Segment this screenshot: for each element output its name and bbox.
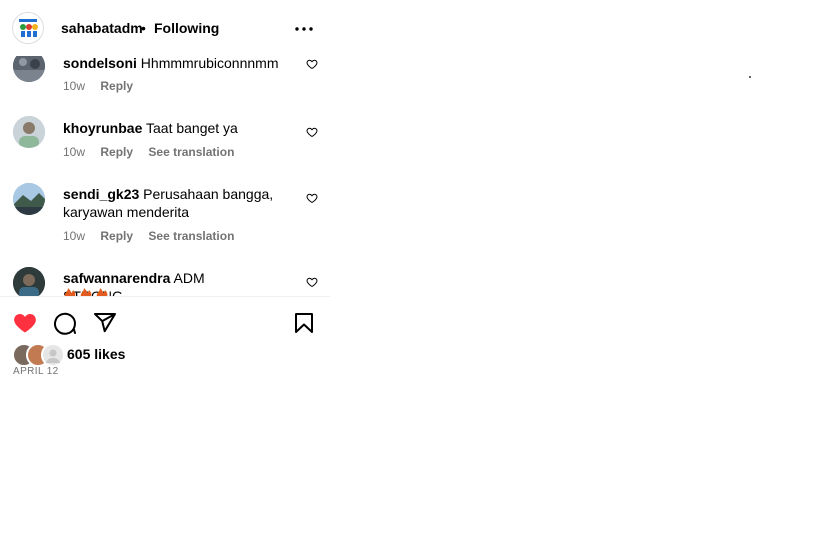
liker-avatar — [41, 343, 65, 367]
cursor-dot — [749, 76, 751, 78]
logo-icon — [13, 13, 43, 43]
heart-icon[interactable] — [306, 126, 318, 138]
comment-meta: 10w Reply See translation — [63, 228, 246, 244]
post-header: sahabatadm • Following — [0, 0, 330, 56]
send-icon[interactable] — [93, 311, 117, 335]
reply-button[interactable]: Reply — [100, 145, 133, 159]
likes-count[interactable]: 605 likes — [67, 345, 125, 363]
comment-icon[interactable] — [53, 311, 77, 335]
comment-item: sondelsoni Hhmmmrubiconnnmm 10w Reply — [0, 56, 330, 108]
comment-age: 10w — [63, 229, 86, 243]
likes-summary: 605 likes — [12, 343, 212, 367]
comment-username[interactable]: sondelsoni — [63, 56, 137, 71]
post-date: APRIL 12 — [13, 366, 59, 377]
comment-text: sondelsoni Hhmmmrubiconnnmm — [63, 56, 291, 72]
see-translation-button[interactable]: See translation — [148, 229, 234, 243]
heart-icon[interactable] — [306, 276, 318, 288]
comment-meta: 10w Reply See translation — [63, 144, 246, 160]
comment-username[interactable]: sendi_gk23 — [63, 186, 139, 202]
comment-text: khoyrunbae Taat banget ya — [63, 119, 291, 137]
more-options-icon[interactable] — [292, 17, 316, 41]
comment-username[interactable]: safwannarendra — [63, 270, 170, 286]
reply-button[interactable]: Reply — [100, 229, 133, 243]
header-separator: • — [141, 20, 146, 36]
comment-age: 10w — [63, 79, 86, 93]
bookmark-icon[interactable] — [292, 311, 316, 335]
comment-item: safwannarendra ADM STRONG...... — [0, 266, 330, 296]
following-button[interactable]: Following — [154, 19, 219, 37]
account-avatar[interactable] — [12, 12, 44, 44]
post-detail-panel: sahabatadm • Following sondelsoni Hhmmmr… — [0, 0, 819, 554]
post-actions — [0, 300, 330, 344]
section-divider — [0, 296, 330, 297]
comments-list[interactable]: sondelsoni Hhmmmrubiconnnmm 10w Reply kh… — [0, 56, 330, 296]
account-username[interactable]: sahabatadm — [61, 19, 143, 37]
see-translation-button[interactable]: See translation — [148, 145, 234, 159]
comment-body: Taat banget ya — [146, 120, 238, 136]
commenter-avatar[interactable] — [13, 183, 45, 215]
comment-meta: 10w Reply — [63, 78, 145, 94]
heart-icon[interactable] — [306, 192, 318, 204]
comment-item: sendi_gk23 Perusahaan bangga, karyawan m… — [0, 182, 330, 248]
comment-body: Hhmmmrubiconnnmm — [140, 56, 279, 71]
heart-filled-icon[interactable] — [13, 311, 37, 335]
comment-age: 10w — [63, 145, 86, 159]
fire-emoji-icon — [64, 288, 108, 296]
comment-text: sendi_gk23 Perusahaan bangga, karyawan m… — [63, 185, 291, 221]
commenter-avatar[interactable] — [13, 56, 45, 82]
comment-item: khoyrunbae Taat banget ya 10w Reply See … — [0, 116, 330, 166]
comment-username[interactable]: khoyrunbae — [63, 120, 142, 136]
commenter-avatar[interactable] — [13, 267, 45, 296]
reply-button[interactable]: Reply — [100, 79, 133, 93]
heart-icon[interactable] — [306, 58, 318, 70]
commenter-avatar[interactable] — [13, 116, 45, 148]
